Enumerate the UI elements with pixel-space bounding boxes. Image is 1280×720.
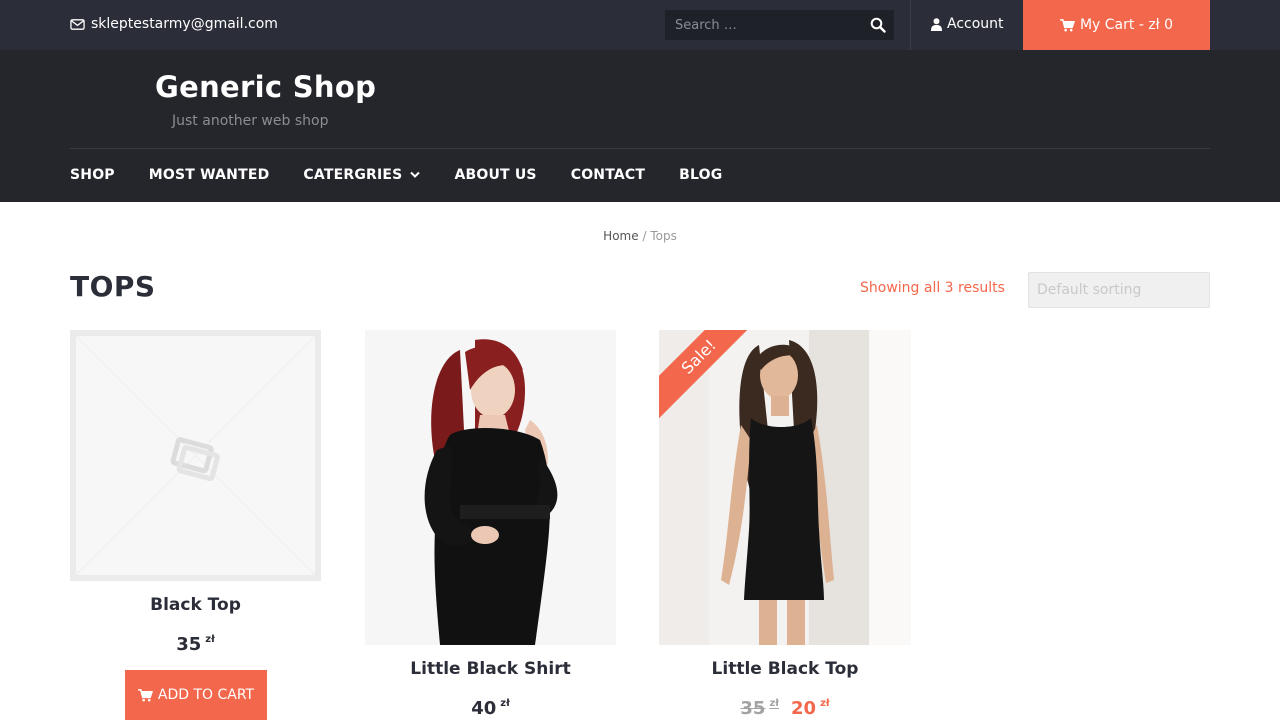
product-card: Black Top 35 zł ADD TO CART [70,330,321,720]
product-card: Sale! Little Black Top 35 zł 20 zł [659,330,911,720]
breadcrumb: Home / Tops [0,229,1280,243]
cart-button[interactable]: My Cart - zł 0 [1023,0,1210,50]
nav-item-most-wanted[interactable]: MOST WANTED [149,167,270,183]
currency-label: zł [205,634,215,645]
breadcrumb-home[interactable]: Home [603,229,638,243]
product-image[interactable] [70,330,321,581]
top-bar: skleptestarmy@gmail.com Account My Cart … [0,0,1280,50]
nav-item-about-us[interactable]: ABOUT US [454,167,536,183]
product-name[interactable]: Little Black Shirt [365,659,616,679]
product-image[interactable] [365,330,616,645]
cart-label: My Cart - zł 0 [1079,17,1174,33]
nav-item-blog[interactable]: BLOG [679,167,722,183]
nav-item-categories[interactable]: CATERGRIES [303,167,421,183]
page-title: TOPS [70,270,156,303]
breadcrumb-current: Tops [650,229,677,243]
product-name[interactable]: Little Black Top [659,659,911,679]
product-card: Little Black Shirt 40 zł [365,330,616,720]
contact-email-text: skleptestarmy@gmail.com [91,16,278,32]
result-count: Showing all 3 results [860,280,1005,296]
contact-email[interactable]: skleptestarmy@gmail.com [70,16,278,32]
product-price: 35 zł 20 zł [659,698,911,719]
sale-price: 20 zł [791,698,830,719]
search-input[interactable] [665,17,855,33]
product-image[interactable]: Sale! [659,330,911,645]
search-box [665,10,894,40]
sorting-select[interactable]: Default sorting [1028,272,1210,308]
price-value: 35 [176,634,202,655]
product-price: 40 zł [365,698,616,719]
topbar-divider [910,0,911,50]
price-value: 40 [471,698,497,719]
account-link[interactable]: Account [931,16,1004,32]
shopping-cart-icon [137,688,153,701]
old-price: 35 zł [740,698,779,719]
envelope-icon [70,18,85,30]
account-label: Account [947,16,1004,32]
chevron-down-icon [410,171,421,178]
search-icon[interactable] [870,17,886,33]
product-price: 35 zł [70,634,321,655]
placeholder-image [76,336,315,575]
add-to-cart-button[interactable]: ADD TO CART [125,670,267,720]
user-icon [931,17,942,31]
woman-red-hair-photo [365,330,616,645]
breadcrumb-separator: / [642,229,647,243]
site-header: Generic Shop Just another web shop SHOP … [0,50,1280,202]
shopping-cart-icon [1060,18,1075,31]
add-to-cart-label: ADD TO CART [157,687,255,703]
product-name[interactable]: Black Top [70,595,321,615]
header-divider [70,148,1210,149]
nav-item-contact[interactable]: CONTACT [571,167,645,183]
main-nav: SHOP MOST WANTED CATERGRIES ABOUT US CON… [70,167,756,183]
site-description: Just another web shop [172,113,329,129]
site-title[interactable]: Generic Shop [155,70,376,104]
currency-label: zł [500,698,510,709]
nav-item-shop[interactable]: SHOP [70,167,115,183]
